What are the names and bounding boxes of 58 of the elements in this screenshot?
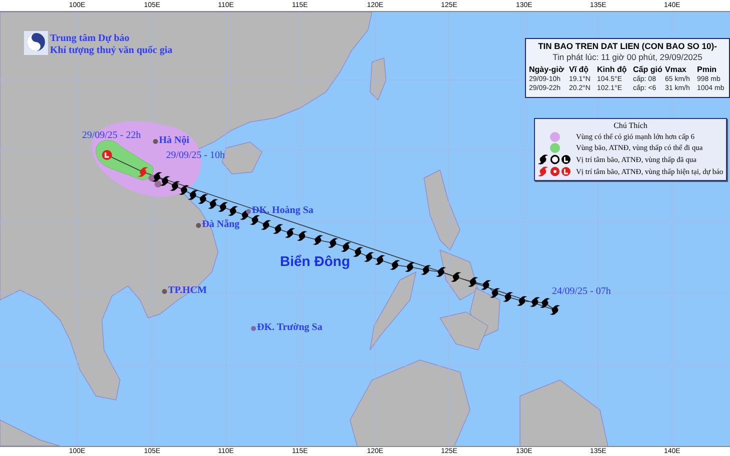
storm-icon: [436, 267, 446, 277]
storm-icon: [208, 199, 218, 209]
storm-icon: [285, 228, 295, 238]
storm-icon: [188, 190, 198, 200]
past-position-markers-icon: [538, 154, 572, 165]
bulletin-title: TIN BAO TREN DAT LIEN (CON BAO SO 10)-: [537, 41, 718, 52]
storm-icon: [138, 167, 148, 177]
place-label: TP.HCM: [168, 285, 207, 297]
storm-icon: [353, 247, 363, 257]
storm-icon: [152, 172, 162, 182]
storm-icon: [468, 277, 478, 287]
storm-icon: [405, 262, 415, 272]
storm-icon: [328, 238, 338, 248]
storm-icon: [530, 297, 540, 307]
place-label: ĐK. Trường Sa: [257, 322, 322, 334]
track-time-label: 29/09/25 - 22h: [82, 130, 141, 142]
island-shape: [370, 58, 386, 101]
storm-icon: [198, 194, 208, 204]
storm-icon: [375, 255, 385, 265]
storm-icon: [481, 280, 491, 290]
storm-icon: [261, 220, 271, 230]
low-pressure-icon: [102, 150, 112, 160]
storm-icon: [390, 260, 400, 270]
storm-icon: [490, 288, 500, 298]
column-header: Vmax: [665, 64, 688, 75]
legend-title: Chú Thích: [614, 121, 648, 131]
issued-time: Tin phát lúc: 11 giờ 00 phút, 29/09/2025: [552, 52, 704, 63]
storm-icon: [540, 298, 550, 308]
place-label: Đà Nẵng: [202, 219, 240, 231]
storm-icon: [517, 296, 527, 306]
logo-icon: [24, 31, 48, 55]
storm-icon: [160, 176, 170, 186]
column-header: Cấp gió: [633, 64, 664, 75]
storm-icon: [451, 272, 461, 282]
storm-icon: [313, 235, 323, 245]
organization-name: Khí tượng thuỷ văn quốc gia: [50, 45, 172, 57]
storm-icon: [228, 206, 238, 216]
storm-icon: [503, 292, 513, 302]
track-time-label: 29/09/25 - 10h: [166, 150, 225, 162]
column-header: Kinh độ: [597, 64, 628, 75]
track-time-label: 24/09/25 - 07h: [552, 286, 611, 298]
column-header: Ngày-giờ: [529, 64, 566, 75]
storm-icon: [273, 224, 283, 234]
storm-icon: [364, 252, 374, 262]
storm-icon: [421, 265, 431, 275]
storm-icon: [170, 181, 180, 191]
storm-icon: [179, 185, 189, 195]
storm-icon: [218, 202, 228, 212]
storm-icon: [341, 242, 351, 252]
sea-label: Biển Đông: [280, 253, 350, 270]
column-header: Pmin: [697, 64, 718, 75]
storm-icon: [297, 231, 307, 241]
column-header: Vĩ độ: [569, 64, 590, 75]
storm-icon: [250, 215, 260, 225]
storm-icon: [550, 305, 560, 315]
current-position-markers-icon: [538, 166, 572, 177]
organization-name: Trung tâm Dự báo: [50, 33, 130, 45]
place-label: Hà Nội: [159, 135, 190, 147]
